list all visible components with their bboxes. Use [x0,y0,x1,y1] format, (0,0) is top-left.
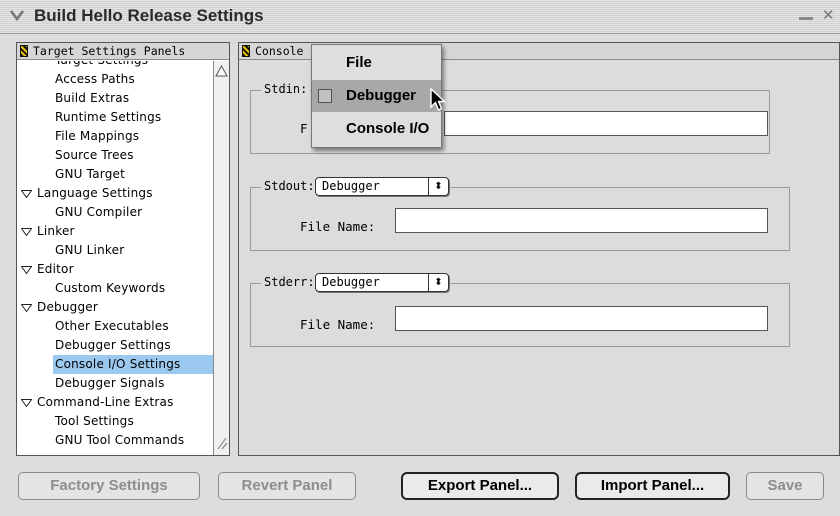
tree-item-label: File Mappings [55,129,140,143]
tree-item[interactable]: Debugger Signals [17,374,213,393]
tree-item-label: Tool Settings [55,414,134,428]
tree-item[interactable]: Linker [17,222,213,241]
stderr-label: Stderr: [261,274,318,290]
tree-item[interactable]: Custom Keywords [17,279,213,298]
tree-item-label: Other Executables [55,319,169,333]
stderr-file-name-label: File Name: [300,317,376,332]
scroll-up-arrow-icon[interactable] [214,63,229,79]
menu-item-debugger[interactable]: Debugger [312,80,441,112]
window-title: Build Hello Release Settings [34,6,264,25]
menu-item-file[interactable]: File [312,47,441,79]
tree-item-label: Custom Keywords [55,281,166,295]
panel-title: Console I [255,44,318,58]
disclosure-triangle-icon[interactable] [21,266,32,274]
mouse-pointer-icon [430,88,447,111]
tree-item[interactable]: File Mappings [17,127,213,146]
resize-grip-icon[interactable] [214,435,229,451]
tree-item[interactable]: Other Executables [17,317,213,336]
stdin-popup-menu[interactable]: File Debugger Console I/O [311,44,442,148]
stderr-popup[interactable]: Debugger ⬍ [315,273,449,292]
stdout-popup-value: Debugger [322,179,380,193]
tree-item[interactable]: Debugger [17,298,213,317]
menu-item-console-io[interactable]: Console I/O [312,113,441,145]
tree-scrollbar[interactable] [213,61,229,455]
tree-item[interactable]: Access Paths [17,70,213,89]
tree-item-label: GNU Compiler [55,205,143,219]
tree-item[interactable]: Target Settings [17,61,213,70]
menu-item-label: File [346,54,372,71]
tree-item[interactable]: Debugger Settings [17,336,213,355]
menu-item-label: Debugger [346,87,417,104]
panel-tree: Target Settings Access Paths Build Extras R… [17,61,213,455]
tree-item[interactable]: GNU Compiler [17,203,213,222]
stderr-file-name-input[interactable] [395,306,768,331]
tree-item[interactable]: Command-Line Extras [17,393,213,412]
save-button[interactable]: Save [746,472,824,500]
window-title-bar[interactable]: Build Hello Release Settings ✕ [0,0,840,34]
disclosure-triangle-icon[interactable] [21,304,32,312]
export-panel-button[interactable]: Export Panel... [401,472,559,500]
disclosure-triangle-icon[interactable] [21,190,32,198]
panel-list-title: Target Settings Panels [33,44,186,58]
tree-item[interactable]: Build Extras [17,89,213,108]
tree-item-label: Debugger Settings [55,338,171,352]
tree-item-label: GNU Target [55,167,125,181]
import-panel-button[interactable]: Import Panel... [575,472,730,500]
tree-item-label: Build Extras [55,91,130,105]
tree-item[interactable]: Runtime Settings [17,108,213,127]
close-icon[interactable]: ✕ [822,6,835,24]
panel-grip-icon [20,45,28,57]
disclosure-triangle-icon[interactable] [21,399,32,407]
stdout-popup[interactable]: Debugger ⬍ [315,177,449,196]
minimize-icon[interactable] [798,10,814,22]
tree-item-label: Runtime Settings [55,110,162,124]
factory-settings-button[interactable]: Factory Settings [18,472,200,500]
disclosure-triangle-icon[interactable] [21,228,32,236]
stdout-file-name-label: File Name: [300,219,376,234]
tree-item[interactable]: Editor [17,260,213,279]
tree-item-label: Source Trees [55,148,134,162]
tree-item-label: Debugger [37,300,98,314]
revert-panel-button[interactable]: Revert Panel [218,472,356,500]
checkmark-icon [318,89,332,103]
tree-item[interactable]: Console I/O Settings [53,355,213,374]
tree-item[interactable]: Language Settings [17,184,213,203]
updown-arrows-icon: ⬍ [428,178,448,195]
tree-item[interactable]: GNU Linker [17,241,213,260]
settings-panel-list: Target Settings Panels Target Settings Ac… [16,42,230,456]
tree-item-label: Access Paths [55,72,135,86]
tree-item-label: Editor [37,262,74,276]
tree-item[interactable]: GNU Target [17,165,213,184]
tree-item-label: Command-Line Extras [37,395,174,409]
tree-item-label: Console I/O Settings [55,357,181,371]
chevron-down-icon[interactable] [8,6,26,24]
panel-list-header: Target Settings Panels [17,43,229,60]
stdout-file-name-input[interactable] [395,208,768,233]
tree-item[interactable]: Tool Settings [17,412,213,431]
stdin-file-name-input[interactable] [444,111,768,136]
stdin-file-name-label: F [300,121,308,136]
updown-arrows-icon: ⬍ [428,274,448,291]
tree-item[interactable]: GNU Tool Commands [17,431,213,450]
menu-item-label: Console I/O [346,120,430,137]
tree-item[interactable]: Source Trees [17,146,213,165]
tree-item-label: Language Settings [37,186,153,200]
tree-item-label: Linker [37,224,75,238]
tree-item-label: GNU Tool Commands [55,433,185,447]
stderr-popup-value: Debugger [322,275,380,289]
panel-grip-icon [242,45,250,57]
stdout-label: Stdout: [261,178,318,194]
tree-item-label: Target Settings [55,61,148,67]
stdin-label: Stdin: [261,81,311,97]
tree-item-label: Debugger Signals [55,376,165,390]
tree-item-label: GNU Linker [55,243,125,257]
